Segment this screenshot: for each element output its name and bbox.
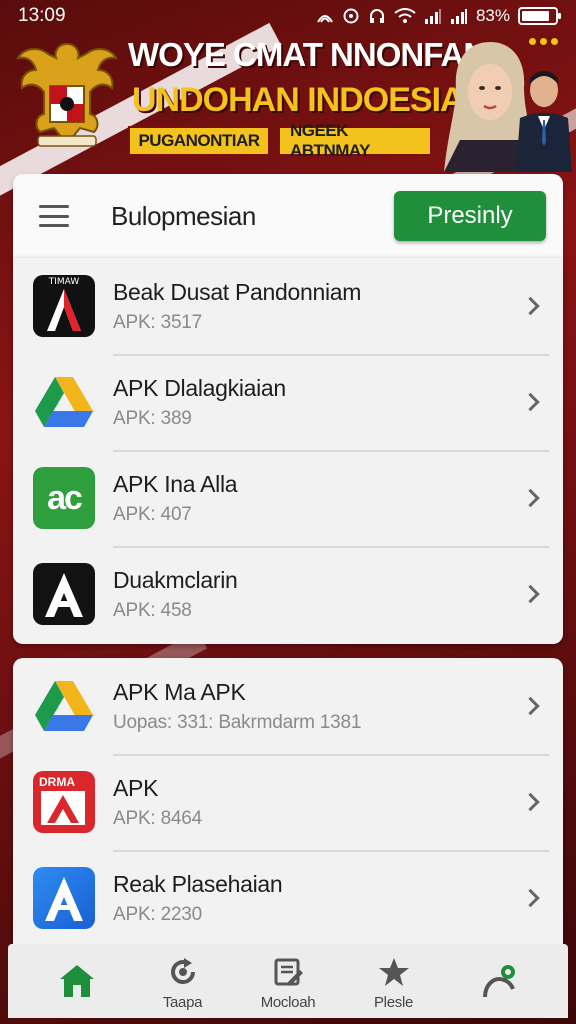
nav-taapa[interactable]: Taapa <box>138 944 228 1018</box>
list-item[interactable]: APK Dlalagkiaian APK: 389 <box>13 354 563 450</box>
list-item[interactable]: DRMA APK APK: 8464 <box>13 754 563 850</box>
nav-label: Taapa <box>162 993 203 1011</box>
battery-percent: 83% <box>475 6 510 25</box>
promo-banner[interactable]: WOYE CMAT NNONFAN UNDOHAN INDOESIA PUGAN… <box>0 32 576 172</box>
home-icon <box>57 961 97 1001</box>
app-meta: APK: 3517 <box>113 311 203 333</box>
app-meta: APK: 458 <box>113 599 192 621</box>
app-name: APK Ma APK <box>113 678 246 705</box>
icon-caption: DRMA <box>39 775 75 789</box>
man-suit-avatar <box>516 71 572 172</box>
list-item[interactable]: APK Ma APK Uopas: 331: Bakrmdarm 1381 <box>13 658 563 754</box>
list-item[interactable]: Duakmclarin APK: 458 <box>13 546 563 642</box>
app-name: Reak Plasehaian <box>113 870 283 897</box>
banner-subtitle: UNDOHAN INDOESIA <box>132 81 465 119</box>
app-meta: APK: 8464 <box>113 807 203 829</box>
app-name: Beak Dusat Pandonniam <box>113 278 362 305</box>
chevron-right-icon <box>521 488 540 508</box>
refresh-icon <box>163 952 203 992</box>
page-title: Bulopmesian <box>111 200 256 231</box>
chevron-right-icon <box>521 584 540 604</box>
app-meta: APK: 407 <box>113 503 192 525</box>
app-meta: APK: 2230 <box>113 903 203 925</box>
app-bar: Bulopmesian Presinly <box>13 174 563 258</box>
nfc-icon <box>317 15 333 23</box>
blue-letter-a-icon <box>33 867 95 929</box>
nav-label: Mocloah <box>260 993 316 1011</box>
list-item[interactable]: Reak Plasehaian APK: 2230 <box>13 850 563 946</box>
signal-icon <box>424 9 441 24</box>
app-name: APK Dlalagkiaian <box>113 374 286 401</box>
list-item[interactable]: ac APK Ina Alla APK: 407 <box>13 450 563 546</box>
drive-triangle-icon <box>33 371 95 433</box>
status-icons: 83% <box>316 6 561 26</box>
app-list-card: APK Ma APK Uopas: 331: Bakrmdarm 1381 DR… <box>13 658 563 948</box>
chevron-right-icon <box>521 888 540 908</box>
nav-mocloah[interactable]: Mocloah <box>243 944 333 1018</box>
list-item[interactable]: TIMAW Beak Dusat Pandonniam APK: 3517 <box>13 258 563 354</box>
sync-icon <box>343 8 359 24</box>
letter-a-black-icon <box>33 563 95 625</box>
garuda-emblem-icon <box>15 42 119 147</box>
nav-label: Plesle <box>373 993 414 1011</box>
bottom-navigation: Taapa Mocloah Plesle <box>8 944 568 1018</box>
status-bar: 13:09 83% <box>0 0 576 32</box>
chevron-right-icon <box>521 792 540 812</box>
nav-plesle[interactable]: Plesle <box>349 944 439 1018</box>
app-name: APK Ina Alla <box>113 470 238 497</box>
green-ac-icon: ac <box>33 467 95 529</box>
battery-icon <box>518 7 561 25</box>
profile-pin-icon <box>479 961 519 1001</box>
chevron-right-icon <box>521 296 540 316</box>
banner-title: WOYE CMAT NNONFAN <box>128 36 487 73</box>
app-name: Duakmclarin <box>113 566 238 593</box>
icon-caption: TIMAW <box>48 277 80 287</box>
letter-a-dark-icon: TIMAW <box>33 275 95 337</box>
signal-icon <box>450 9 467 24</box>
red-letter-a-icon: DRMA <box>33 771 95 833</box>
nav-profile[interactable] <box>454 944 544 1018</box>
drive-triangle-icon <box>33 675 95 737</box>
nav-home[interactable] <box>32 944 122 1018</box>
app-name: APK <box>113 774 159 801</box>
banner-button-1[interactable]: PUGANONTIAR <box>128 126 270 156</box>
wifi-icon <box>394 8 416 23</box>
app-meta: APK: 389 <box>113 407 192 429</box>
chevron-right-icon <box>521 392 540 412</box>
star-icon <box>374 952 414 992</box>
battery-level <box>522 11 549 21</box>
icon-caption: ac <box>47 478 83 517</box>
status-time: 13:09 <box>18 5 66 26</box>
headphone-icon <box>369 9 384 23</box>
app-meta: Uopas: 331: Bakrmdarm 1381 <box>113 711 362 733</box>
chevron-right-icon <box>521 696 540 716</box>
document-icon <box>268 952 308 992</box>
primary-action-button[interactable]: Presinly <box>394 191 546 241</box>
app-list-card: TIMAW Beak Dusat Pandonniam APK: 3517 AP… <box>13 258 563 644</box>
more-options-icon[interactable] <box>529 38 558 45</box>
banner-button-2[interactable]: NGEEK ABTNMAY <box>278 121 432 160</box>
hamburger-menu-icon[interactable] <box>39 205 69 227</box>
